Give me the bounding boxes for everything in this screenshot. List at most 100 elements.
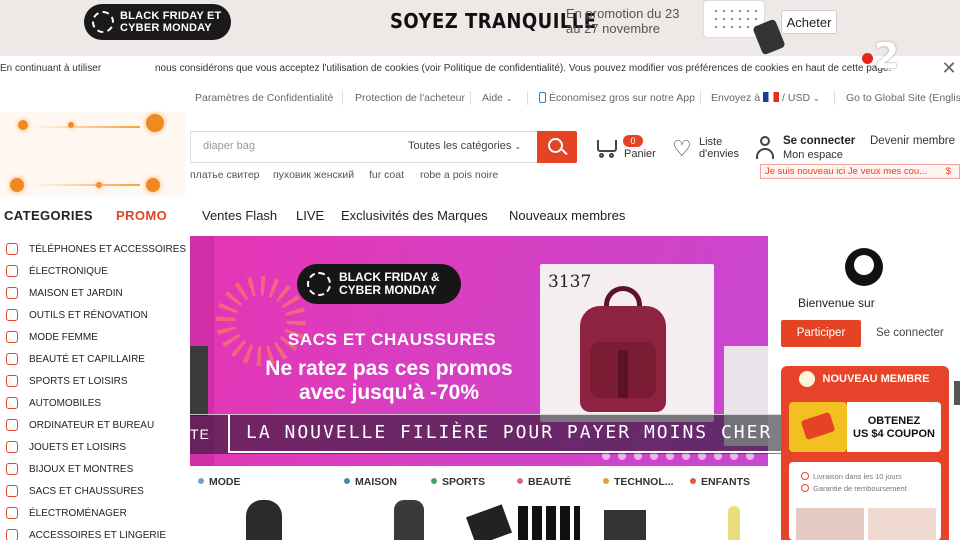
product-thumbnail[interactable] xyxy=(728,506,740,540)
categories-heading[interactable]: CATEGORIES xyxy=(4,208,93,223)
product-thumbnail[interactable] xyxy=(246,500,282,540)
newbie-coupon-strip[interactable]: Je suis nouveau ici Je veux mes cou... $ xyxy=(760,164,960,179)
search-suggestion[interactable]: пуховик женский xyxy=(273,169,354,181)
refund-text: Garantie de remboursement xyxy=(813,484,907,493)
signin-link[interactable]: Se connecter xyxy=(783,135,855,147)
currency-label: USD xyxy=(787,92,811,104)
heart-icon[interactable]: ♡ xyxy=(672,138,694,161)
newbie-strip-text: Je suis nouveau ici Je veux mes cou... xyxy=(765,166,928,177)
help-menu[interactable]: Aide ⌄ xyxy=(482,92,513,104)
mobile-icon xyxy=(539,92,546,103)
login-button[interactable]: Se connecter xyxy=(876,327,944,339)
category-item[interactable]: MAISON ET JARDIN xyxy=(0,284,188,304)
dress-icon xyxy=(6,331,18,343)
delivery-text: Livraison dans les 10 jours xyxy=(813,472,902,481)
welcome-text: Bienvenue sur xyxy=(798,296,875,310)
category-tab-technologie[interactable]: TECHNOL... xyxy=(603,476,674,488)
ball-icon xyxy=(6,375,18,387)
search-suggestion[interactable]: robe a pois noire xyxy=(420,169,498,181)
category-item[interactable]: SACS ET CHAUSSURES xyxy=(0,482,188,502)
category-tab-maison[interactable]: MAISON xyxy=(344,476,397,488)
category-tab-sports[interactable]: SPORTS xyxy=(431,476,485,488)
category-item[interactable]: TÉLÉPHONES ET ACCESSOIRES xyxy=(0,240,188,260)
category-label: SPORTS ET LOISIRS xyxy=(29,376,128,387)
cart-label[interactable]: Panier xyxy=(624,148,656,160)
cart-icon[interactable] xyxy=(594,136,620,158)
scrollbar-handle[interactable] xyxy=(954,381,960,405)
tab-new-members[interactable]: Nouveaux membres xyxy=(509,208,625,223)
category-item[interactable]: SPORTS ET LOISIRS xyxy=(0,372,188,392)
promo-banner[interactable]: BLACK FRIDAY ET CYBER MONDAY SOYEZ TRANQ… xyxy=(0,0,960,56)
search-suggestion[interactable]: платье свитер xyxy=(190,169,260,181)
category-tab-mode[interactable]: MODE xyxy=(198,476,241,488)
coupon-line-1: OBTENEZ xyxy=(867,415,921,427)
category-label: AUTOMOBILES xyxy=(29,398,102,409)
tab-flash-sales[interactable]: Ventes Flash xyxy=(202,208,277,223)
coupon-card[interactable]: OBTENEZ US $4 COUPON xyxy=(847,402,941,452)
category-item[interactable]: BEAUTÉ ET CAPILLAIRE xyxy=(0,350,188,370)
category-item[interactable]: ÉLECTROMÉNAGER xyxy=(0,504,188,524)
search-bar[interactable]: Toutes les catégories⌄ xyxy=(190,131,537,163)
phone-icon xyxy=(6,243,18,255)
tab-live[interactable]: LIVE xyxy=(296,208,324,223)
category-label: JOUETS ET LOISIRS xyxy=(29,442,127,453)
category-item[interactable]: ACCESSOIRES ET LINGERIE xyxy=(0,526,188,540)
category-label: ÉLECTRONIQUE xyxy=(29,266,108,277)
category-item[interactable]: MODE FEMME xyxy=(0,328,188,348)
app-link[interactable]: Économisez gros sur notre App xyxy=(539,92,695,104)
buyer-protection-link[interactable]: Protection de l'acheteur xyxy=(355,92,465,104)
bag-icon xyxy=(6,485,18,497)
close-icon[interactable]: ✕ xyxy=(940,59,958,77)
category-select[interactable]: Toutes les catégories ⌄ xyxy=(408,140,521,152)
mini-product-image[interactable] xyxy=(868,508,936,540)
category-item[interactable]: AUTOMOBILES xyxy=(0,394,188,414)
sofa-icon xyxy=(6,287,18,299)
global-site-link[interactable]: Go to Global Site (English) xyxy=(846,92,960,104)
buy-button[interactable]: Acheter xyxy=(781,10,837,34)
category-tab-label: TECHNOL... xyxy=(614,476,674,488)
category-tab-enfants[interactable]: ENFANTS xyxy=(690,476,750,488)
tv-channel-logo: 2 xyxy=(860,36,908,77)
category-item[interactable]: ÉLECTRONIQUE xyxy=(0,262,188,282)
product-thumbnail[interactable] xyxy=(604,510,646,540)
promo-heading[interactable]: PROMO xyxy=(116,208,167,223)
category-label: BIJOUX ET MONTRES xyxy=(29,464,134,475)
search-suggestion[interactable]: fur coat xyxy=(369,169,404,181)
search-button[interactable] xyxy=(537,131,577,163)
category-item[interactable]: BIJOUX ET MONTRES xyxy=(0,460,188,480)
user-icon[interactable] xyxy=(754,136,776,162)
category-item[interactable]: ORDINATEUR ET BUREAU xyxy=(0,416,188,436)
search-input[interactable] xyxy=(203,140,383,152)
ring-icon xyxy=(6,463,18,475)
category-tab-label: SPORTS xyxy=(442,476,486,488)
wishlist-label-2: d'envies xyxy=(699,148,740,160)
black-friday-badge: BLACK FRIDAY ET CYBER MONDAY xyxy=(84,4,231,40)
ship-to-label: Envoyez à xyxy=(711,92,761,104)
category-tab-beaute[interactable]: BEAUTÉ xyxy=(517,476,571,488)
privacy-link[interactable]: Paramètres de Confidentialité xyxy=(195,92,333,104)
category-item[interactable]: OUTILS ET RÉNOVATION xyxy=(0,306,188,326)
laptop-icon xyxy=(6,419,18,431)
tab-brand-exclusives[interactable]: Exclusivités des Marques xyxy=(341,208,488,223)
badge-line-1: BLACK FRIDAY ET xyxy=(120,10,222,22)
overlay-left-label: TE xyxy=(190,426,210,442)
become-member-link[interactable]: Devenir membre xyxy=(870,135,955,147)
toy-icon xyxy=(6,441,18,453)
cookie-notice: En continuant à utiliser nous considéron… xyxy=(0,56,960,80)
product-card[interactable]: 3137 xyxy=(540,264,714,422)
join-button[interactable]: Participer xyxy=(781,320,861,347)
product-thumbnail[interactable] xyxy=(466,504,512,540)
promo-dates: En promotion du 23 au 27 novembre xyxy=(566,6,679,36)
burst-icon xyxy=(92,11,114,33)
product-thumbnail[interactable] xyxy=(394,500,424,540)
my-space-link[interactable]: Mon espace xyxy=(783,149,843,161)
product-thumbnail[interactable] xyxy=(518,506,580,540)
mini-product-image[interactable] xyxy=(796,508,864,540)
left-decoration xyxy=(0,112,185,196)
ship-to-selector[interactable]: Envoyez à / USD ⌄ xyxy=(711,92,820,104)
category-label: SACS ET CHAUSSURES xyxy=(29,486,144,497)
category-item[interactable]: JOUETS ET LOISIRS xyxy=(0,438,188,458)
wishlist-link[interactable]: Liste d'envies xyxy=(699,136,739,160)
burst-icon xyxy=(307,272,331,296)
tv-channel-number: 2 xyxy=(874,36,900,77)
